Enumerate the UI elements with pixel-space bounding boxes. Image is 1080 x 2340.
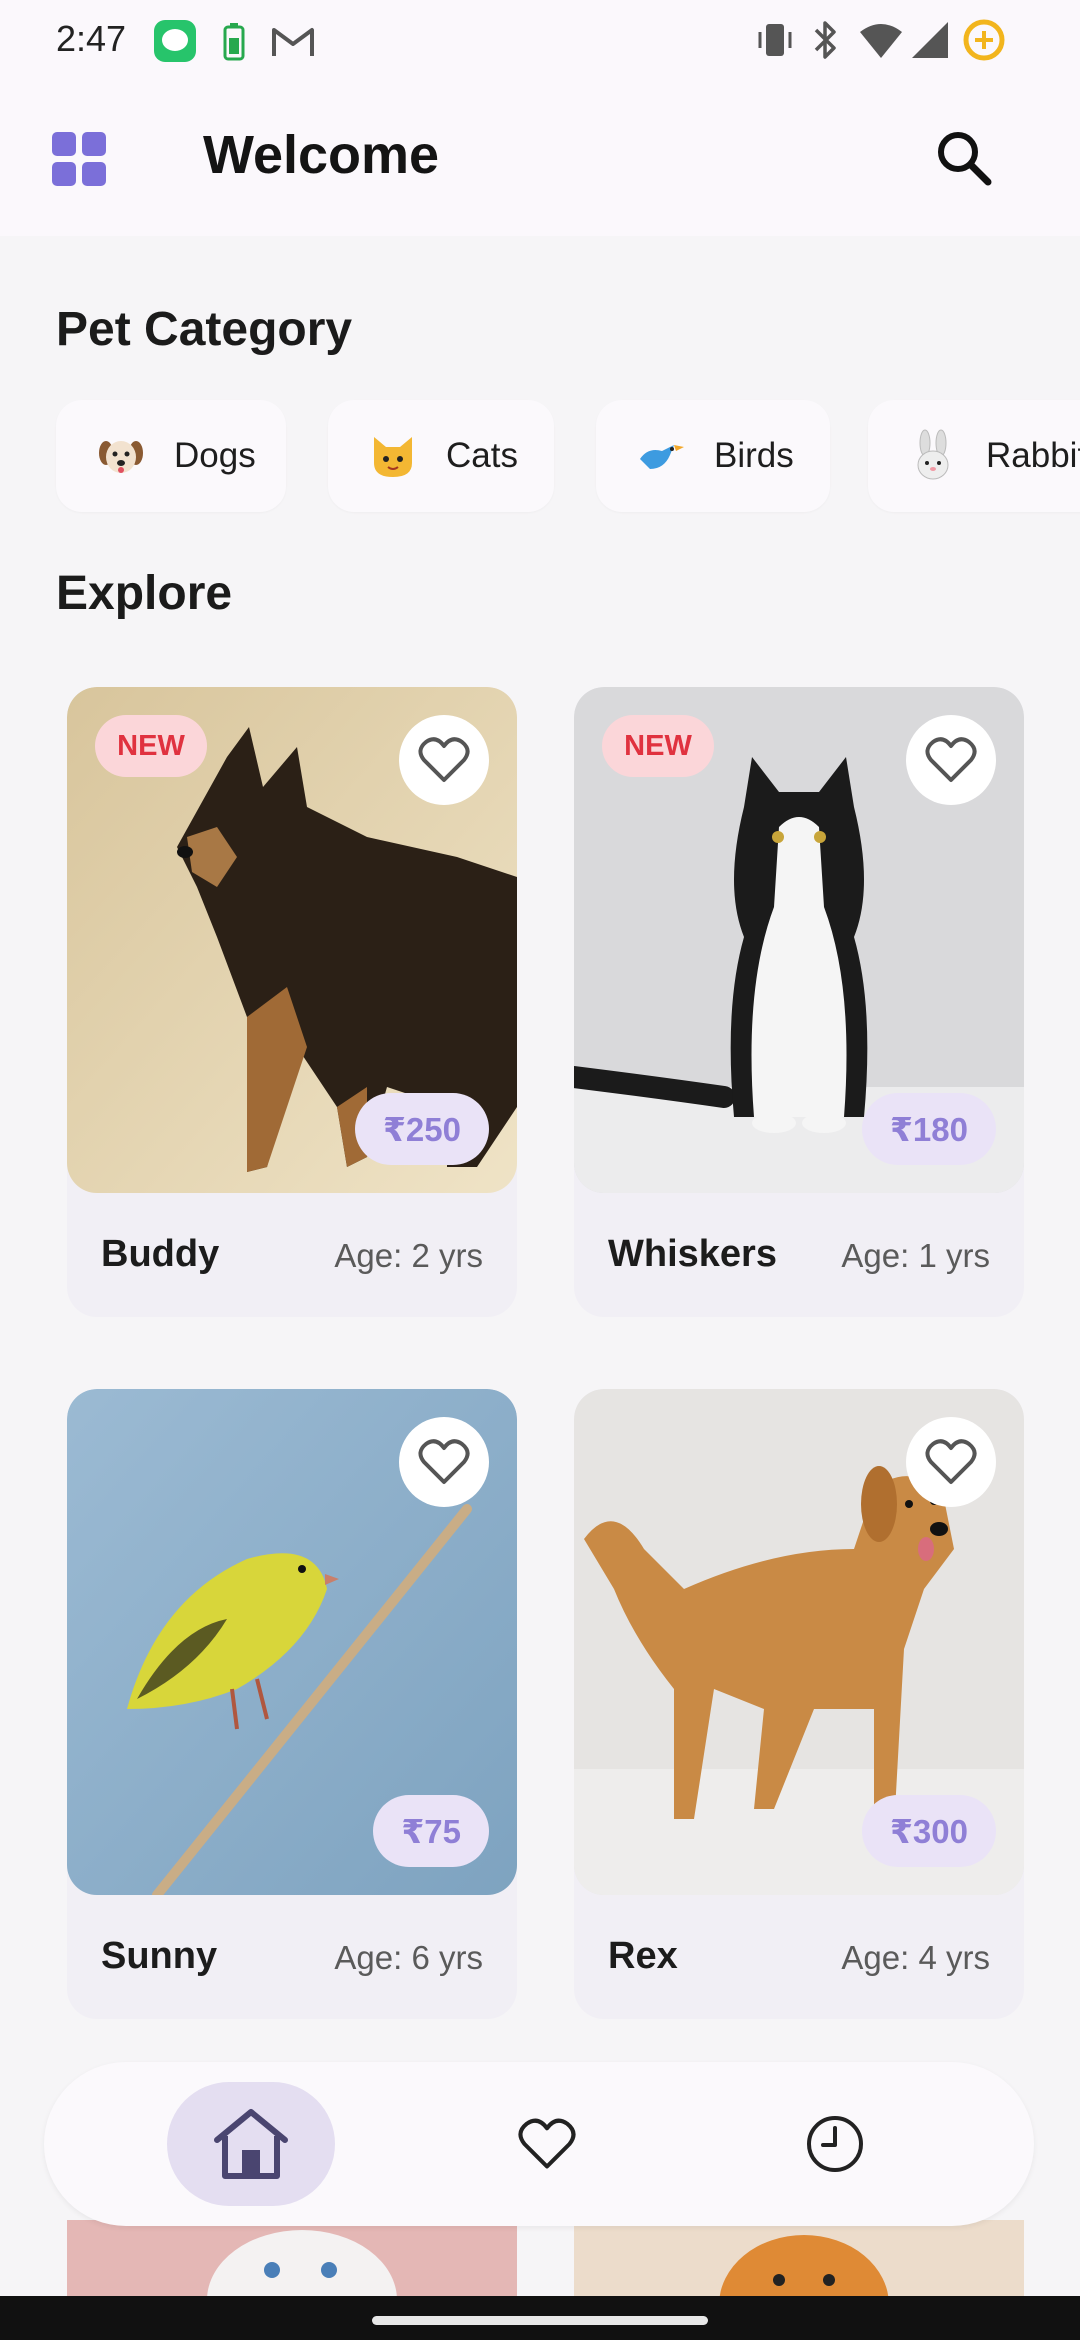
home-icon <box>214 2109 288 2179</box>
heart-outline-icon <box>925 1439 977 1484</box>
search-button[interactable] <box>930 124 1000 194</box>
favorite-button[interactable] <box>906 1417 996 1507</box>
favorite-button[interactable] <box>399 715 489 805</box>
bottom-navigation <box>44 2062 1034 2226</box>
clock-icon <box>807 2116 863 2172</box>
gmail-icon <box>272 28 314 56</box>
battery-charging-icon <box>963 19 1005 61</box>
heart-outline-icon <box>925 737 977 782</box>
dog-face-icon <box>99 441 143 473</box>
bird-icon <box>640 445 684 469</box>
search-icon <box>938 132 992 186</box>
pet-category-heading: Pet Category <box>56 303 353 356</box>
price-tag: ₹300 <box>861 1795 996 1867</box>
status-bar: 2:47 <box>0 0 1080 80</box>
battery-saver-icon <box>223 23 245 61</box>
status-time: 2:47 <box>56 18 127 59</box>
pet-card-rex[interactable]: ₹300 Rex Age: 4 yrs <box>574 1389 1024 2019</box>
price-tag: ₹250 <box>354 1093 489 1165</box>
new-badge: NEW <box>95 715 207 777</box>
gesture-handle[interactable] <box>372 2316 708 2325</box>
category-chip-cats[interactable]: Cats <box>328 400 554 512</box>
pet-name: Sunny <box>101 1935 218 1977</box>
pet-name: Buddy <box>101 1233 220 1275</box>
heart-outline-icon <box>418 1439 470 1484</box>
pet-card-buddy[interactable]: NEW ₹250 Buddy Age: 2 yrs <box>67 687 517 1317</box>
menu-grid-icon[interactable] <box>52 132 106 186</box>
nav-history[interactable] <box>751 2082 919 2206</box>
category-label: Dogs <box>174 436 256 475</box>
pet-name: Whiskers <box>608 1233 777 1275</box>
price-tag: ₹180 <box>861 1093 996 1165</box>
pet-age: Age: 1 yrs <box>841 1237 990 1274</box>
rabbit-face-icon <box>917 429 949 480</box>
category-chip-dogs[interactable]: Dogs <box>56 400 286 512</box>
category-chip-birds[interactable]: Birds <box>596 400 830 512</box>
pet-card-whiskers[interactable]: NEW ₹180 Whiskers Age: 1 yrs <box>574 687 1024 1317</box>
messages-app-icon <box>154 20 196 62</box>
pet-name: Rex <box>608 1935 678 1977</box>
category-label: Rabbit <box>986 436 1080 475</box>
wifi-icon <box>860 24 902 58</box>
heart-outline-icon <box>418 737 470 782</box>
nav-favorites[interactable] <box>463 2082 631 2206</box>
nav-home[interactable] <box>167 2082 335 2206</box>
favorite-button[interactable] <box>906 715 996 805</box>
pet-age: Age: 2 yrs <box>334 1237 483 1274</box>
pet-age: Age: 4 yrs <box>841 1939 990 1976</box>
cellular-signal-icon <box>912 22 948 58</box>
cat-face-icon <box>374 437 412 477</box>
favorite-button[interactable] <box>399 1417 489 1507</box>
explore-heading: Explore <box>56 567 233 620</box>
heart-icon <box>518 2118 576 2169</box>
vibrate-icon <box>758 24 792 56</box>
price-tag: ₹75 <box>373 1795 489 1867</box>
pet-age: Age: 6 yrs <box>334 1939 483 1976</box>
pet-card-sunny[interactable]: ₹75 Sunny Age: 6 yrs <box>67 1389 517 2019</box>
new-badge: NEW <box>602 715 714 777</box>
category-label: Birds <box>714 436 794 475</box>
bluetooth-icon <box>814 21 836 59</box>
app-bar: Welcome <box>0 80 1080 236</box>
category-label: Cats <box>446 436 518 475</box>
page-title: Welcome <box>203 125 440 185</box>
category-chip-rabbit[interactable]: Rabbit <box>868 400 1080 512</box>
